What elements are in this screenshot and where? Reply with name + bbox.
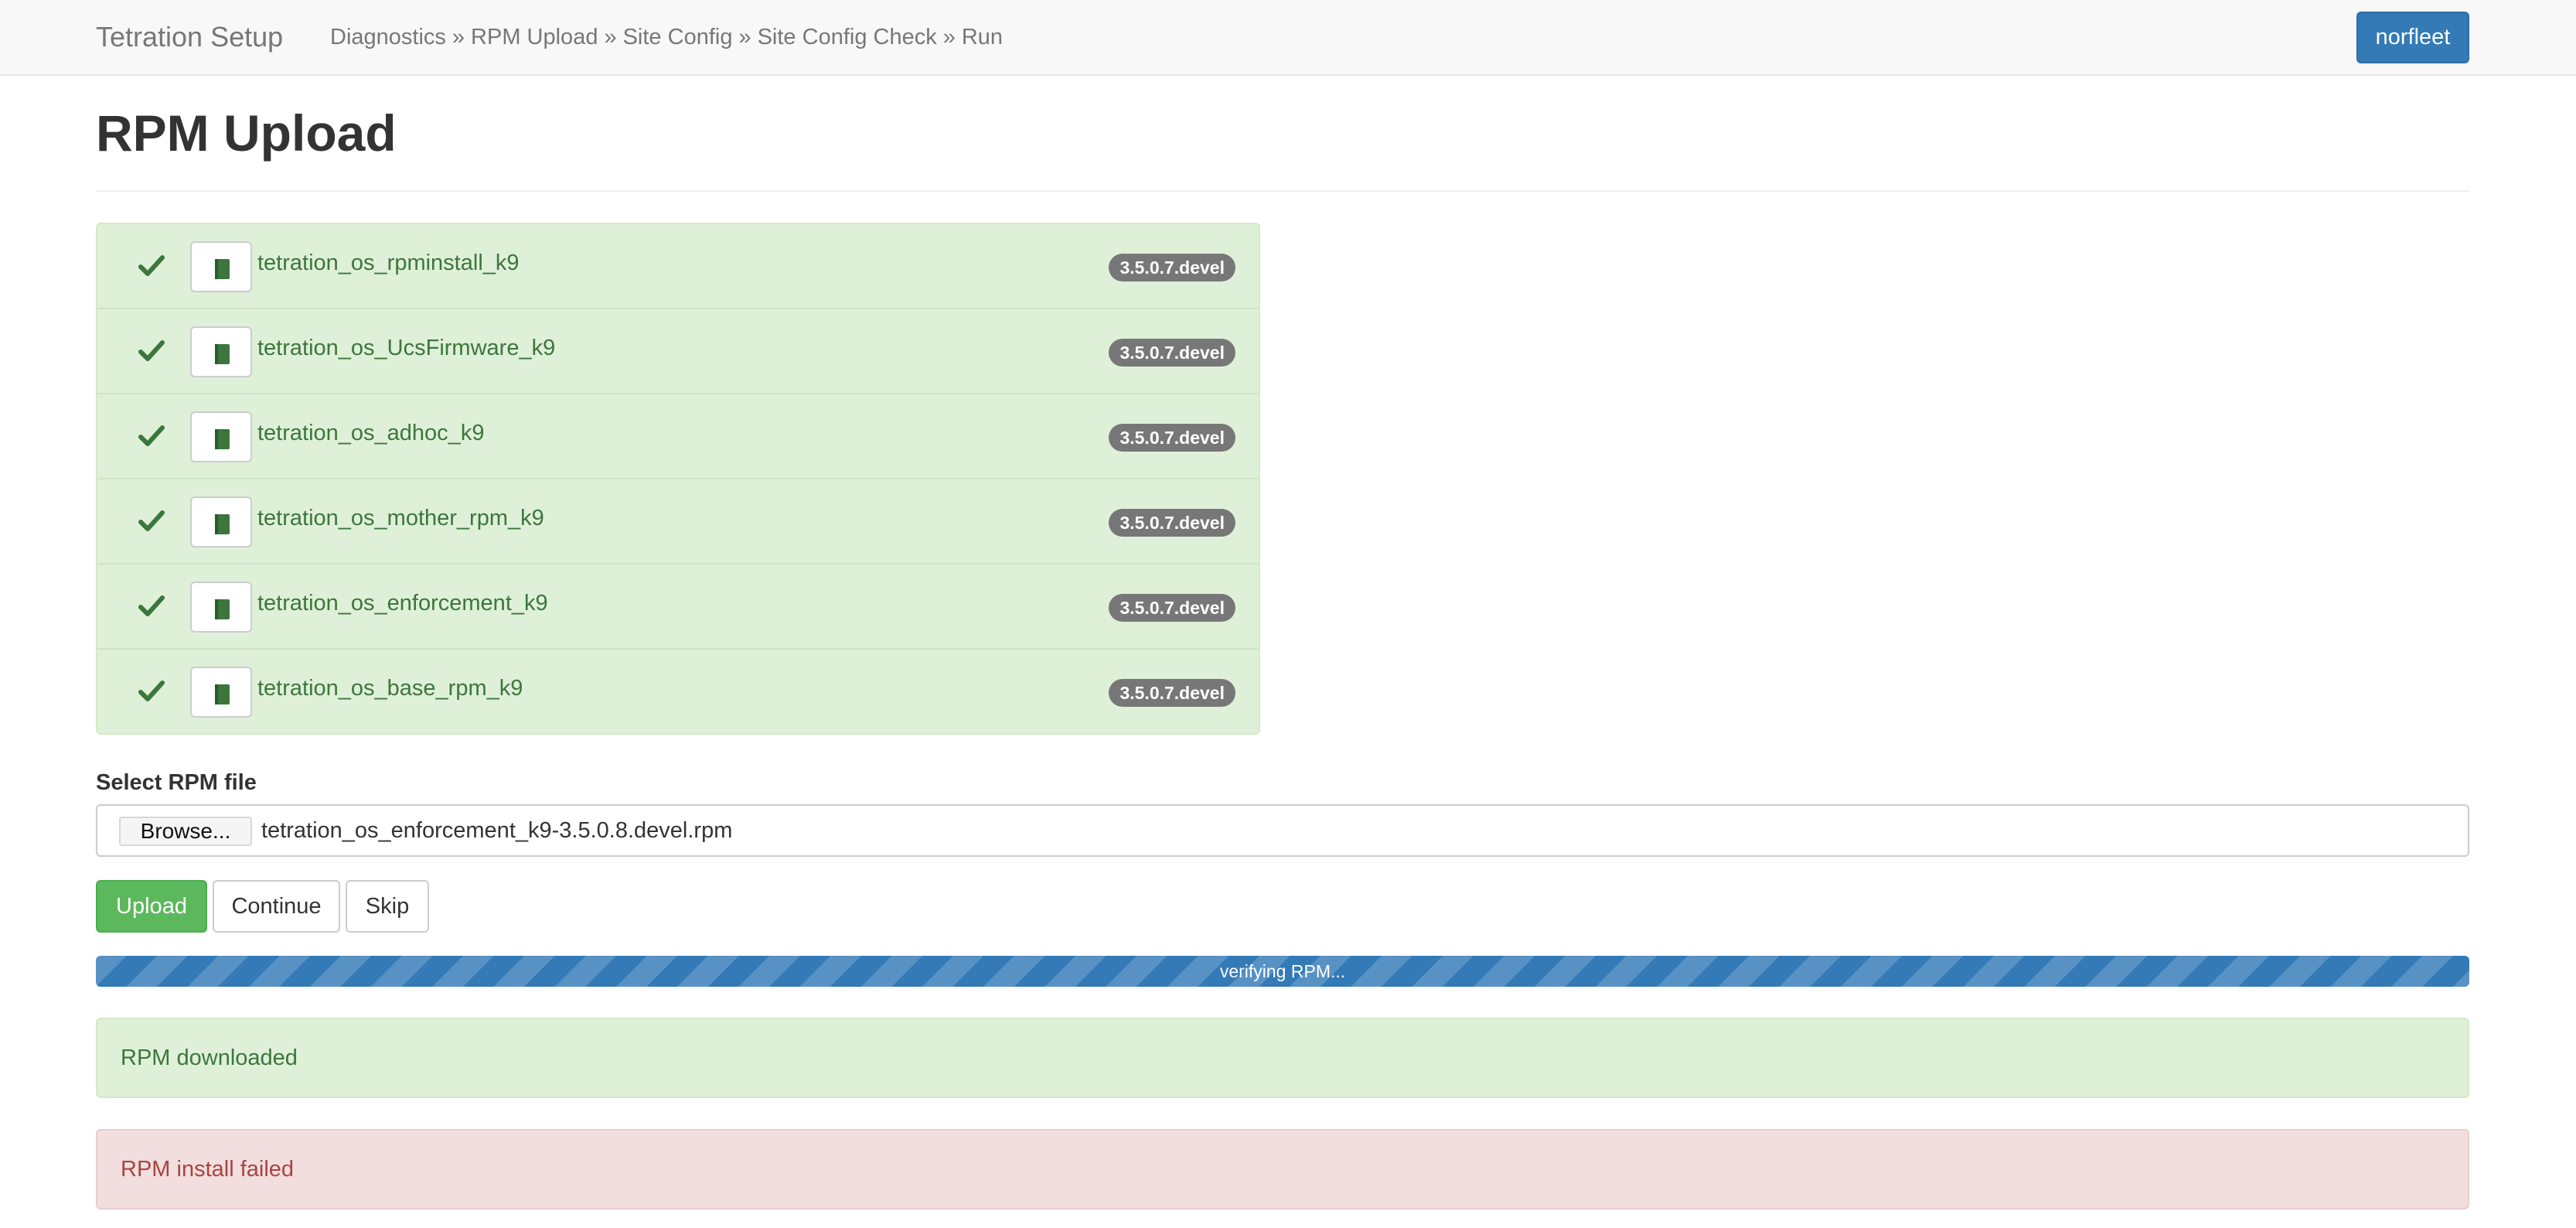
version-badge: 3.5.0.7.devel [1109, 254, 1235, 281]
breadcrumb-diagnostics[interactable]: Diagnostics [330, 25, 446, 49]
continue-button[interactable]: Continue [213, 880, 340, 933]
book-icon [215, 344, 230, 364]
book-icon [215, 514, 230, 534]
check-icon [138, 510, 165, 531]
book-icon [215, 684, 230, 704]
file-button[interactable] [190, 582, 252, 633]
rpm-name: tetration_os_rpminstall_k9 [257, 251, 520, 275]
check-icon [138, 255, 165, 276]
list-item: tetration_os_mother_rpm_k9 3.5.0.7.devel [97, 479, 1259, 565]
rpm-file-input[interactable]: Browse... tetration_os_enforcement_k9-3.… [96, 804, 2469, 857]
breadcrumb-site-config[interactable]: Site Config [623, 25, 733, 49]
upload-button[interactable]: Upload [96, 880, 207, 933]
list-item: tetration_os_rpminstall_k9 3.5.0.7.devel [97, 224, 1259, 309]
file-button[interactable] [190, 411, 252, 462]
list-item: tetration_os_enforcement_k9 3.5.0.7.deve… [97, 565, 1259, 650]
file-button[interactable] [190, 326, 252, 377]
rpm-name: tetration_os_enforcement_k9 [257, 591, 548, 616]
file-button[interactable] [190, 241, 252, 292]
version-badge: 3.5.0.7.devel [1109, 594, 1235, 622]
rpm-name: tetration_os_base_rpm_k9 [257, 676, 523, 701]
page-title: RPM Upload [96, 104, 397, 162]
success-alert: RPM downloaded [96, 1018, 2469, 1098]
file-button[interactable] [190, 496, 252, 547]
divider [96, 190, 2469, 192]
breadcrumb: Diagnostics» RPM Upload» Site Config» Site … [330, 23, 1003, 51]
rpm-name: tetration_os_mother_rpm_k9 [257, 506, 544, 530]
user-button[interactable]: norfleet [2356, 12, 2469, 63]
version-badge: 3.5.0.7.devel [1109, 509, 1235, 537]
list-item: tetration_os_base_rpm_k9 3.5.0.7.devel [97, 650, 1259, 735]
rpm-name: tetration_os_adhoc_k9 [257, 421, 485, 445]
progress-label: verifying RPM... [1219, 961, 1346, 981]
breadcrumb-site-config-check[interactable]: Site Config Check [758, 25, 937, 49]
navbar: Tetration Setup Diagnostics» RPM Upload» S… [0, 0, 2576, 76]
book-icon [215, 259, 230, 279]
breadcrumb-run[interactable]: Run [962, 25, 1003, 49]
selected-file-name: tetration_os_enforcement_k9-3.5.0.8.deve… [261, 818, 733, 843]
list-item: tetration_os_adhoc_k9 3.5.0.7.devel [97, 394, 1259, 479]
brand[interactable]: Tetration Setup [96, 20, 283, 54]
check-icon [138, 425, 165, 446]
breadcrumb-separator: » [604, 25, 617, 49]
browse-button[interactable]: Browse... [119, 817, 252, 846]
rpm-list: tetration_os_rpminstall_k9 3.5.0.7.devel… [96, 223, 1260, 735]
breadcrumb-separator: » [451, 25, 465, 49]
file-button[interactable] [190, 667, 252, 718]
check-icon [138, 681, 165, 701]
check-icon [138, 340, 165, 361]
version-badge: 3.5.0.7.devel [1109, 339, 1235, 367]
version-badge: 3.5.0.7.devel [1109, 424, 1235, 452]
book-icon [215, 429, 230, 449]
breadcrumb-rpm-upload[interactable]: RPM Upload [471, 25, 598, 49]
version-badge: 3.5.0.7.devel [1109, 679, 1235, 707]
error-alert: RPM install failed [96, 1129, 2469, 1209]
rpm-name: tetration_os_UcsFirmware_k9 [257, 336, 556, 360]
select-rpm-label: Select RPM file [96, 770, 257, 795]
check-icon [138, 595, 165, 616]
skip-button[interactable]: Skip [346, 880, 429, 933]
list-item: tetration_os_UcsFirmware_k9 3.5.0.7.deve… [97, 309, 1259, 394]
book-icon [215, 599, 230, 619]
progress-bar: verifying RPM... [96, 956, 2469, 987]
breadcrumb-separator: » [942, 25, 956, 49]
breadcrumb-separator: » [738, 25, 751, 49]
